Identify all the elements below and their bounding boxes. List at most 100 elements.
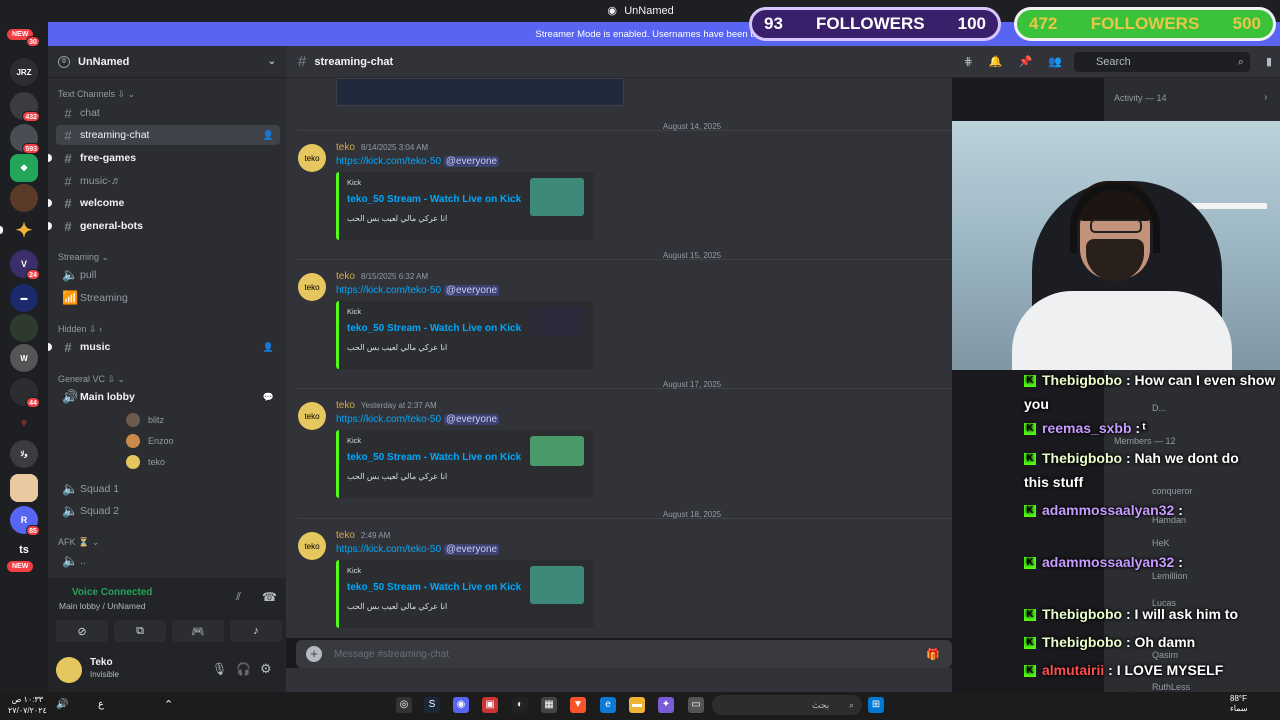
channel-main-lobby[interactable]: 🔊 Main lobby 💬 [56, 387, 280, 407]
mention[interactable]: @everyone [443, 156, 500, 167]
kick-server-icon[interactable]: ❖ [10, 154, 38, 182]
member-list-icon[interactable]: 👥 [1048, 55, 1062, 68]
plant-server-icon[interactable] [10, 314, 38, 342]
channel-chat[interactable]: # chat [56, 103, 280, 123]
embed-title[interactable]: teko_50 Stream - Watch Live on Kick [347, 452, 521, 463]
channel-hidden-music[interactable]: # music 👤 [48, 337, 280, 357]
jrz-server-icon[interactable]: JRZ 30 [10, 36, 40, 86]
pin-icon[interactable]: 📌 [1019, 55, 1033, 68]
voice-user[interactable]: teko [126, 453, 165, 471]
activity-header[interactable]: Activity — 14 [1114, 93, 1167, 103]
headphones-icon[interactable]: 🎧 [236, 662, 251, 676]
ts-server-icon[interactable]: ts [10, 536, 38, 564]
message-author[interactable]: teko 2:49 AM [336, 530, 390, 541]
embed-title[interactable]: teko_50 Stream - Watch Live on Kick [347, 323, 521, 334]
channel-welcome[interactable]: # welcome [48, 193, 280, 213]
inbox-icon[interactable]: ▮ [1266, 55, 1272, 68]
taskbar-clock[interactable]: ١٠:٣٣ ص ٢٧/٠٧/٢٠٢٤ [8, 694, 47, 716]
channel-general-bots[interactable]: # general-bots [48, 216, 280, 236]
taskbar-search[interactable]: بحث ⌕ [712, 695, 862, 715]
v-server-icon[interactable]: V 24 [10, 250, 40, 280]
message-link[interactable]: https://kick.com/teko-50 [336, 544, 441, 555]
message-author[interactable]: teko 8/14/2025 3:04 AM [336, 142, 428, 153]
brave-taskbar-icon[interactable]: ▼ [570, 697, 586, 713]
github-taskbar-icon[interactable]: ◐ [512, 697, 528, 713]
channel-free-games[interactable]: # free-games [48, 148, 280, 168]
volume-icon[interactable]: 🔊 [56, 699, 68, 710]
category-text-channels[interactable]: Text Channels ⇩ ⌄ [58, 89, 135, 100]
activity-button[interactable]: 🎮 [172, 620, 224, 642]
chevron-right-icon[interactable]: › [1264, 92, 1267, 103]
gear-icon[interactable]: ⚙ [260, 661, 272, 677]
voice-user[interactable]: Enzoo [126, 432, 174, 450]
app-taskbar-icon[interactable]: ▣ [482, 697, 498, 713]
screen-share-button[interactable]: ⧉ [114, 620, 166, 642]
avatar[interactable]: teko [298, 402, 326, 430]
server-3-icon[interactable]: 593 [10, 124, 40, 154]
discord-taskbar-icon[interactable]: ◉ [453, 697, 469, 713]
disconnect-icon[interactable]: ☎ [262, 590, 277, 604]
avatar[interactable]: teko [298, 273, 326, 301]
avatar[interactable]: teko [298, 144, 326, 172]
message-composer[interactable]: + Message #streaming-chat 🎁 [296, 640, 952, 668]
embed-thumbnail[interactable] [530, 178, 584, 216]
message-link[interactable]: https://kick.com/teko-50 [336, 414, 441, 425]
chat-bubble-icon[interactable]: 💬 [263, 392, 274, 403]
star-server-icon[interactable]: ✦ [10, 216, 38, 244]
channel-music[interactable]: # music-♬ [56, 171, 280, 191]
server-header[interactable]: 0 UnNamed ⌄ [48, 46, 286, 78]
bell-icon[interactable]: 🔔 [989, 55, 1003, 68]
channel-streaming-chat[interactable]: # streaming-chat 👤 [56, 125, 280, 145]
noise-suppression-icon[interactable]: ⫽ [236, 591, 241, 604]
wolf-server-icon[interactable]: W [10, 344, 38, 372]
mention[interactable]: @everyone [443, 285, 500, 296]
embed-thumbnail[interactable] [530, 566, 584, 604]
embed-thumbnail[interactable] [530, 307, 584, 337]
message-author[interactable]: teko Yesterday at 2:37 AM [336, 400, 437, 411]
copilot-app-taskbar-icon[interactable]: ✦ [658, 697, 674, 713]
message-author[interactable]: teko 8/15/2025 6:32 AM [336, 271, 428, 282]
avatar[interactable] [56, 657, 82, 683]
weather-widget[interactable]: 88°F سماء [1230, 694, 1248, 714]
avatar[interactable]: teko [298, 532, 326, 560]
add-member-icon[interactable]: 👤 [263, 342, 274, 353]
wide-server-icon[interactable]: ▬ [10, 284, 38, 312]
wallet-server-icon[interactable]: ولا [10, 440, 38, 468]
gem-server-icon[interactable]: 44 [10, 378, 40, 408]
voice-location[interactable]: Main lobby / UnNamed [59, 601, 145, 611]
edge-taskbar-icon[interactable]: e [600, 697, 616, 713]
add-attachment-icon[interactable]: + [306, 646, 322, 662]
store-taskbar-icon[interactable]: ▦ [541, 697, 557, 713]
embed-thumbnail[interactable] [530, 436, 584, 466]
red-server-icon[interactable]: ♆ [10, 408, 38, 436]
language-indicator[interactable]: ع [98, 699, 104, 710]
embed-title[interactable]: teko_50 Stream - Watch Live on Kick [347, 582, 521, 593]
mention[interactable]: @everyone [443, 544, 500, 555]
message-link[interactable]: https://kick.com/teko-50 [336, 156, 441, 167]
steam-taskbar-icon[interactable]: S [424, 697, 440, 713]
soundboard-button[interactable]: ♪ [230, 620, 282, 642]
threads-icon[interactable]: ⋕ [964, 55, 973, 68]
r-server-icon[interactable]: R 85 [10, 506, 40, 536]
channel-afk[interactable]: 🔈.. [56, 551, 280, 571]
channel-streaming-voice[interactable]: 📶 Streaming [56, 288, 280, 308]
category-streaming[interactable]: Streaming ⌄ [58, 252, 109, 263]
message-link[interactable]: https://kick.com/teko-50 [336, 285, 441, 296]
microphone-icon[interactable]: 🎙 [212, 662, 227, 676]
server-5-icon[interactable] [10, 184, 38, 212]
channel-squad-1[interactable]: 🔈 Squad 1 [56, 479, 280, 499]
category-afk[interactable]: AFK ⏳ ⌄ [58, 537, 99, 548]
server-2-icon[interactable]: 432 [10, 92, 40, 122]
category-general-vc[interactable]: General VC ⇩ ⌄ [58, 374, 125, 385]
face-server-icon[interactable] [10, 474, 38, 502]
mention[interactable]: @everyone [443, 414, 500, 425]
search-input[interactable]: Search ⌕ [1073, 51, 1250, 72]
start-button-icon[interactable]: ⊞ [868, 697, 884, 713]
copilot-taskbar-icon[interactable]: ◎ [396, 697, 412, 713]
embed-title[interactable]: teko_50 Stream - Watch Live on Kick [347, 194, 521, 205]
add-member-icon[interactable]: 👤 [263, 130, 274, 141]
channel-pull[interactable]: 🔈 pull [56, 265, 280, 285]
gift-icon[interactable]: 🎁 [926, 648, 940, 661]
channel-squad-2[interactable]: 🔈 Squad 2 [56, 501, 280, 521]
chevron-up-icon[interactable]: ⌃ [164, 698, 173, 711]
